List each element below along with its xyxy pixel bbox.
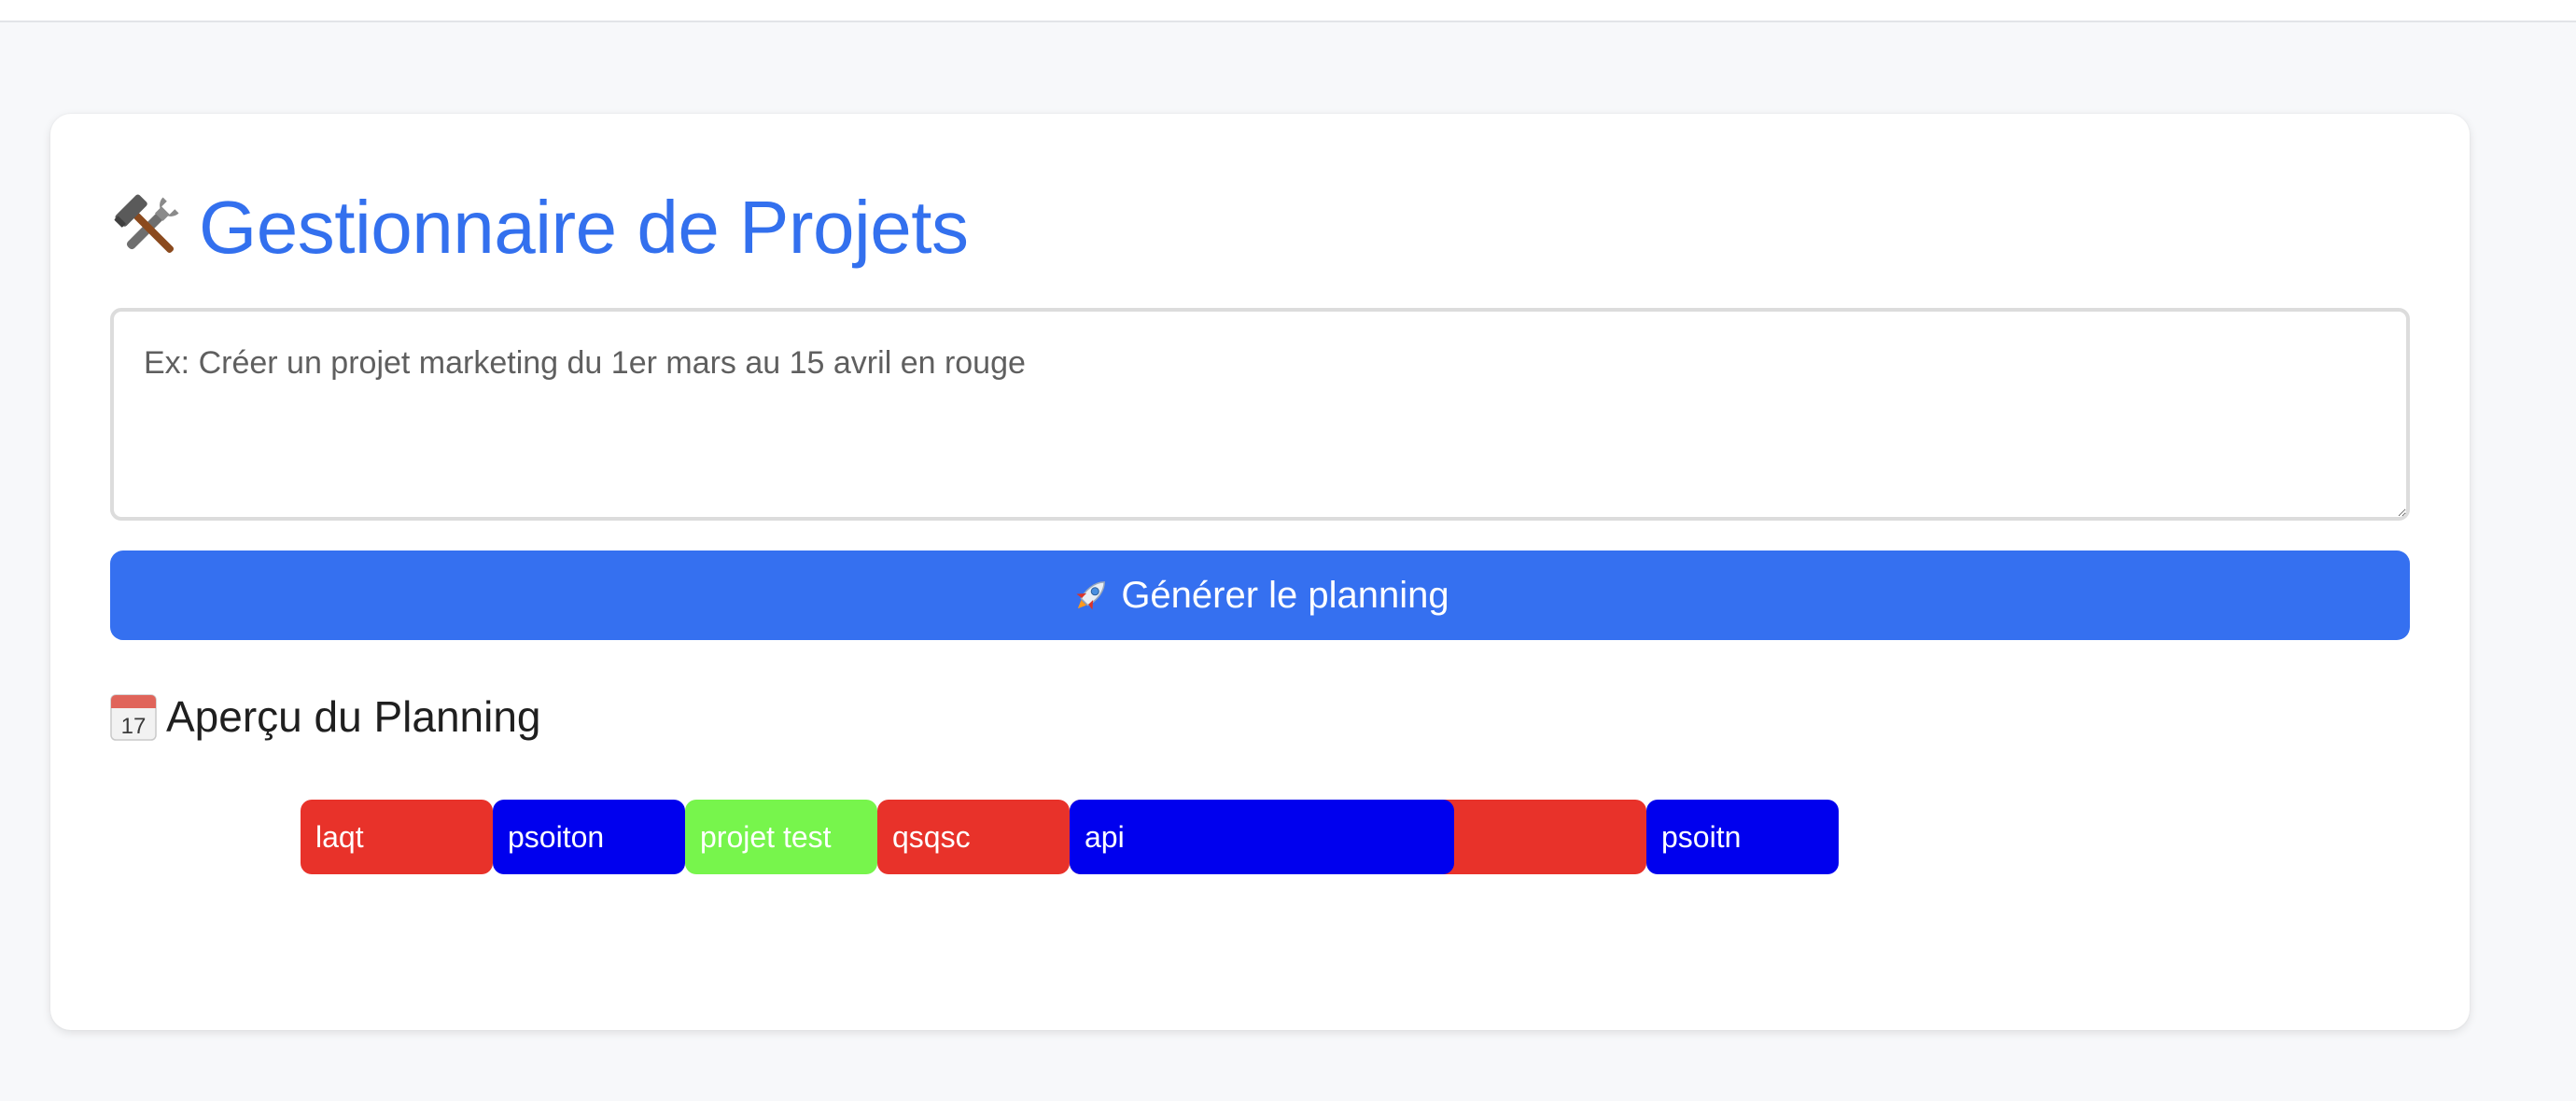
project-bar-label: psoitn bbox=[1661, 819, 1742, 854]
browser-top-bar bbox=[0, 0, 2576, 22]
project-bar-label: api bbox=[1085, 819, 1125, 854]
project-bar-label: qsqsc bbox=[892, 819, 971, 854]
project-bar-label: projet test bbox=[700, 819, 832, 854]
page-header: Gestionnaire de Projets bbox=[109, 181, 969, 274]
planning-title: Aperçu du Planning bbox=[166, 692, 541, 741]
project-manager-card: Gestionnaire de Projets Générer le plann… bbox=[50, 114, 2470, 1030]
project-prompt-input[interactable] bbox=[110, 308, 2410, 521]
generate-planning-label: Générer le planning bbox=[1121, 574, 1449, 616]
planning-section-header: 17 Aperçu du Planning bbox=[110, 685, 541, 748]
project-bar[interactable]: laqt bbox=[301, 800, 493, 874]
project-bar[interactable]: projet test bbox=[685, 800, 877, 874]
page-title: Gestionnaire de Projets bbox=[199, 186, 969, 269]
project-bar[interactable]: qsqsc bbox=[877, 800, 1070, 874]
calendar-icon: 17 bbox=[110, 692, 157, 741]
project-bar-label: psoiton bbox=[508, 819, 605, 854]
rocket-icon bbox=[1071, 575, 1112, 616]
planning-timeline: laqt psoiton projet test qsqsc api psoitn bbox=[301, 800, 1841, 876]
hammer-and-wrench-icon bbox=[109, 188, 188, 267]
svg-text:17: 17 bbox=[121, 714, 147, 739]
project-bar[interactable]: psoitn bbox=[1646, 800, 1839, 874]
project-bar[interactable]: psoiton bbox=[493, 800, 685, 874]
project-bar[interactable]: api bbox=[1070, 800, 1454, 874]
project-bar-label: laqt bbox=[315, 819, 364, 854]
generate-planning-button[interactable]: Générer le planning bbox=[110, 550, 2410, 640]
